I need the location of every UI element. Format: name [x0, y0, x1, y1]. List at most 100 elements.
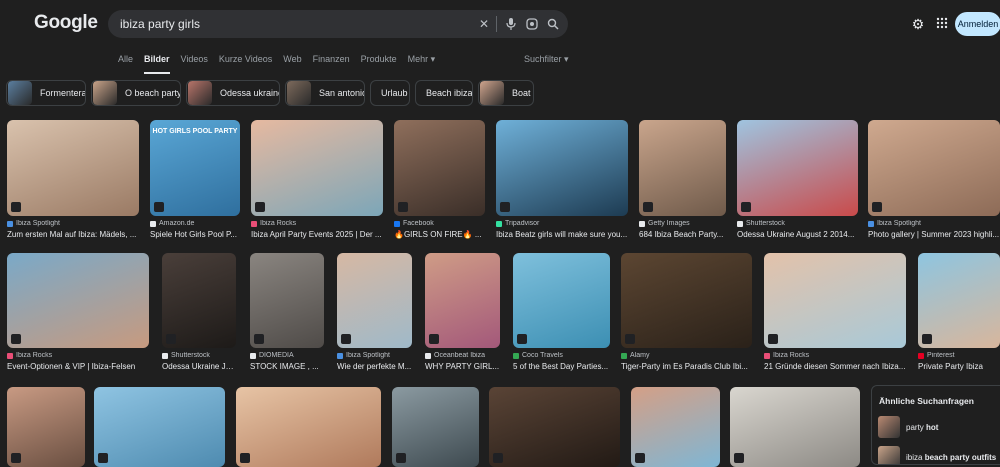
- result-source[interactable]: Ibiza Rocks: [764, 352, 906, 359]
- chip-4[interactable]: Urlaub: [370, 80, 410, 106]
- chip-thumbnail: [8, 81, 32, 105]
- tab-1[interactable]: Bilder: [144, 52, 170, 74]
- gallery-icon: [643, 202, 653, 212]
- chip-label: Odessa ukraine: [220, 88, 280, 98]
- result-thumbnail[interactable]: [868, 120, 1000, 216]
- result-source-label: Ibiza Spotlight: [346, 352, 390, 359]
- result-thumbnail[interactable]: [918, 253, 1000, 348]
- result-title[interactable]: Odessa Ukraine August 2 2014...: [737, 230, 858, 239]
- result-source[interactable]: Ibiza Spotlight: [337, 352, 412, 359]
- chip-5[interactable]: Beach ibiza: [415, 80, 473, 106]
- chip-3[interactable]: San antonio: [285, 80, 365, 106]
- chip-2[interactable]: Odessa ukraine: [186, 80, 280, 106]
- result-source-label: Oceanbeat Ibiza: [434, 352, 485, 359]
- result-title[interactable]: Event-Optionen & VIP | Ibiza-Felsen: [7, 362, 149, 371]
- result-thumbnail[interactable]: [489, 387, 620, 467]
- result-source[interactable]: Ibiza Rocks: [251, 220, 383, 227]
- result-source-label: Amazon.de: [159, 220, 195, 227]
- tab-2[interactable]: Videos: [181, 52, 208, 68]
- microphone-icon[interactable]: [503, 16, 519, 32]
- result-thumbnail[interactable]: [337, 253, 412, 348]
- apps-grid-icon[interactable]: [934, 16, 950, 32]
- google-logo[interactable]: Google: [34, 12, 98, 34]
- related-search-item[interactable]: party hot: [878, 416, 1000, 438]
- result-title[interactable]: Spiele Hot Girls Pool P...: [150, 230, 240, 239]
- result-thumbnail[interactable]: [621, 253, 752, 348]
- result-title[interactable]: Ibiza Beatz girls will make sure you...: [496, 230, 628, 239]
- result-title[interactable]: WHY PARTY GIRL...: [425, 362, 500, 371]
- result-thumbnail[interactable]: [730, 387, 860, 467]
- result-thumbnail[interactable]: [764, 253, 906, 348]
- result-thumbnail[interactable]: [94, 387, 225, 467]
- result-source[interactable]: Tripadvisor: [496, 220, 628, 227]
- result-thumbnail[interactable]: [425, 253, 500, 348]
- result-thumbnail[interactable]: [639, 120, 726, 216]
- tab-0[interactable]: Alle: [118, 52, 133, 68]
- tab-4[interactable]: Web: [283, 52, 301, 68]
- signin-button[interactable]: Anmelden: [955, 12, 1000, 36]
- favicon-icon: [394, 220, 400, 227]
- result-title[interactable]: Odessa Ukraine Ju...: [162, 362, 236, 371]
- result-source[interactable]: Ibiza Rocks: [7, 352, 149, 359]
- tab-6[interactable]: Produkte: [361, 52, 397, 68]
- tab-3[interactable]: Kurze Videos: [219, 52, 272, 68]
- result-title[interactable]: STOCK IMAGE , ...: [250, 362, 324, 371]
- chip-6[interactable]: Boat: [478, 80, 534, 106]
- result-title[interactable]: Private Party Ibiza: [918, 362, 1000, 371]
- result-thumbnail[interactable]: [496, 120, 628, 216]
- result-thumbnail[interactable]: [250, 253, 324, 348]
- result-thumbnail[interactable]: [513, 253, 610, 348]
- result-title[interactable]: Ibiza April Party Events 2025 | Der ...: [251, 230, 383, 239]
- result-thumbnail[interactable]: [236, 387, 381, 467]
- result-thumbnail[interactable]: [7, 253, 149, 348]
- result-source[interactable]: Shutterstock: [162, 352, 236, 359]
- gallery-icon: [398, 202, 408, 212]
- result-title[interactable]: Wie der perfekte M...: [337, 362, 412, 371]
- gear-icon[interactable]: ⚙: [910, 16, 926, 32]
- result-title[interactable]: 684 Ibiza Beach Party...: [639, 230, 726, 239]
- chip-label: Beach ibiza: [426, 88, 473, 98]
- result-thumbnail[interactable]: [162, 253, 236, 348]
- search-box: ✕: [108, 10, 568, 38]
- result-thumbnail[interactable]: [394, 120, 485, 216]
- result-source[interactable]: Oceanbeat Ibiza: [425, 352, 500, 359]
- chip-1[interactable]: O beach party: [91, 80, 181, 106]
- result-thumbnail[interactable]: [7, 387, 85, 467]
- result-source[interactable]: Ibiza Spotlight: [868, 220, 1000, 227]
- chip-0[interactable]: Formentera: [6, 80, 86, 106]
- close-icon[interactable]: ✕: [476, 16, 492, 32]
- related-search-item[interactable]: ibiza beach party outfits: [878, 446, 1000, 464]
- result-thumbnail[interactable]: HOT GIRLS POOL PARTY: [150, 120, 240, 216]
- result-title[interactable]: 21 Gründe diesen Sommer nach Ibiza...: [764, 362, 906, 371]
- result-title[interactable]: Tiger-Party im Es Paradis Club Ibi...: [621, 362, 752, 371]
- search-icon[interactable]: [545, 16, 561, 32]
- result-thumbnail[interactable]: [7, 120, 139, 216]
- result-thumbnail[interactable]: [737, 120, 858, 216]
- search-filter-button[interactable]: Suchfilter ▾: [524, 52, 569, 66]
- result-source[interactable]: Ibiza Spotlight: [7, 220, 139, 227]
- result-title[interactable]: 5 of the Best Day Parties...: [513, 362, 610, 371]
- result-title[interactable]: Zum ersten Mal auf Ibiza: Mädels, ...: [7, 230, 139, 239]
- result-source[interactable]: Alamy: [621, 352, 752, 359]
- result-source[interactable]: Shutterstock: [737, 220, 858, 227]
- result-title[interactable]: Photo gallery | Summer 2023 highli...: [868, 230, 1000, 239]
- favicon-icon: [251, 220, 257, 227]
- gallery-icon: [768, 334, 778, 344]
- result-thumbnail[interactable]: [392, 387, 479, 467]
- lens-icon[interactable]: [524, 16, 540, 32]
- search-input[interactable]: [120, 15, 460, 33]
- result-source[interactable]: Getty Images: [639, 220, 726, 227]
- result-source[interactable]: DIOMEDIA: [250, 352, 324, 359]
- result-thumbnail[interactable]: [631, 387, 720, 467]
- result-source[interactable]: Facebook: [394, 220, 485, 227]
- tab-5[interactable]: Finanzen: [313, 52, 350, 68]
- result-source[interactable]: Pinterest: [918, 352, 1000, 359]
- gallery-icon: [254, 334, 264, 344]
- tab-7[interactable]: Mehr ▾: [408, 52, 436, 68]
- result-source[interactable]: Coco Travels: [513, 352, 610, 359]
- result-thumbnail[interactable]: [251, 120, 383, 216]
- result-title[interactable]: 🔥GIRLS ON FIRE🔥 ...: [394, 230, 485, 239]
- favicon-icon: [868, 220, 874, 227]
- favicon-icon: [150, 220, 156, 227]
- result-source[interactable]: Amazon.de: [150, 220, 240, 227]
